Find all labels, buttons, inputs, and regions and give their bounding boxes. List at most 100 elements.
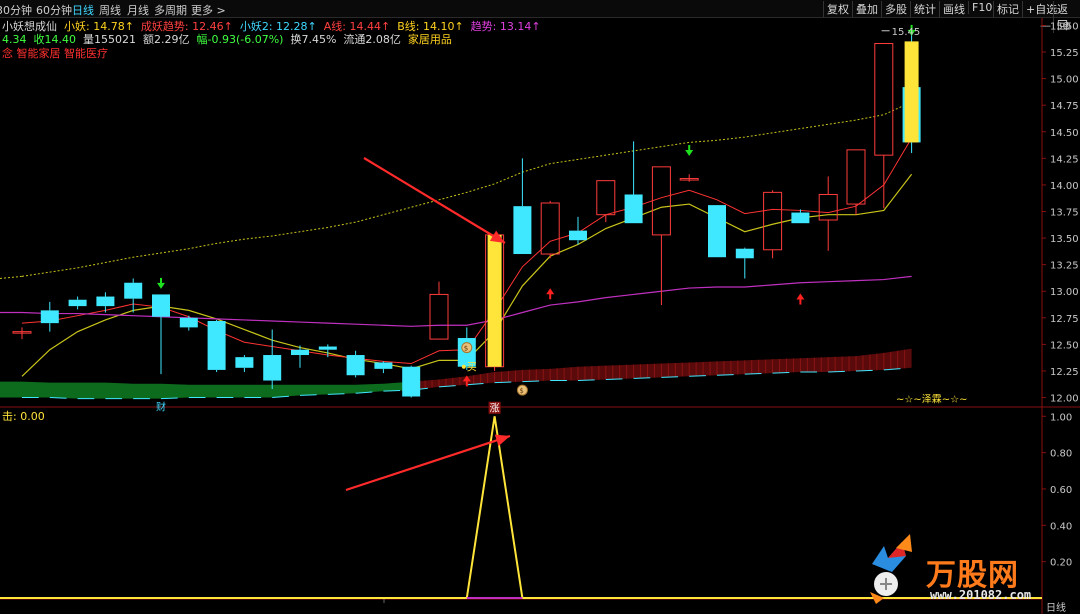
band-bottom-dash: [327, 393, 345, 395]
price-tick-label: 12.25: [1050, 367, 1079, 378]
band-bottom-dash: [855, 369, 873, 372]
top-toolbar: 30分钟 60分钟 日线 周线 月线 多周期 更多 > 复权 叠加 多股 统计 …: [0, 0, 1080, 33]
annotation-arrow-upper: [363, 157, 506, 244]
candle-body: [96, 296, 115, 307]
band-bottom-dash: [49, 397, 67, 399]
candle-body: [624, 194, 643, 224]
bottom-period-tag: 日线: [1046, 603, 1066, 614]
candle-body: [596, 180, 616, 216]
candle-body: [818, 193, 838, 221]
price-tick-label: 13.50: [1050, 234, 1079, 245]
period-30min[interactable]: 30分钟: [0, 2, 32, 18]
high-price-label: 15.45: [892, 27, 921, 38]
price-tick-label: 13.75: [1050, 208, 1079, 219]
candle-body: [402, 366, 421, 397]
indicator-tick-label: 0.80: [1050, 449, 1072, 460]
stats-button[interactable]: 统计: [910, 1, 939, 17]
price-tick-label: 14.75: [1050, 101, 1079, 112]
band-green-edge: [0, 381, 22, 398]
candle-body: [513, 206, 532, 255]
band-bottom-dash: [772, 371, 790, 374]
band-bottom-dash: [522, 380, 540, 383]
candle-body: [152, 294, 170, 317]
candle-body: [708, 205, 726, 258]
candle-body: [263, 355, 282, 381]
price-tick-label: 12.00: [1050, 394, 1079, 405]
band-green: [22, 381, 412, 399]
draw-line-button[interactable]: 画线: [939, 1, 968, 17]
watermark-logo-icon: [870, 534, 912, 604]
watermark-url: www.201082.com: [930, 588, 1032, 602]
candle-body: [235, 357, 254, 368]
price-tick-label: 14.25: [1050, 154, 1079, 165]
price-tick-label: 12.75: [1050, 314, 1079, 325]
red-up-arrow-icon-head: [796, 293, 805, 300]
candle-body: [318, 346, 337, 350]
candle-body: [651, 166, 671, 236]
zhang-marker: 涨: [490, 403, 500, 415]
band-bottom-dash: [160, 397, 178, 400]
limit-up-bar: [487, 234, 502, 367]
period-60min[interactable]: 60分钟: [36, 2, 72, 18]
indicator-tick-label: 1.00: [1050, 412, 1072, 423]
indicator-tick-label: 0.60: [1050, 485, 1072, 496]
multi-stock-button[interactable]: 多股: [881, 1, 910, 17]
period-more[interactable]: 更多 >: [191, 2, 226, 18]
band-bottom-dash: [661, 376, 679, 378]
green-down-arrow-icon-head: [157, 282, 165, 289]
candle-body: [874, 43, 894, 156]
period-day[interactable]: 日线: [72, 2, 94, 18]
period-month[interactable]: 月线: [127, 2, 149, 18]
price-tick-label: 12.50: [1050, 340, 1079, 351]
money-bag-icon-glyph: $: [464, 345, 468, 353]
candle-body: [791, 212, 810, 224]
price-tick-label: 14.00: [1050, 181, 1079, 192]
price-tick-label: 13.25: [1050, 261, 1079, 272]
period-week[interactable]: 周线: [99, 2, 121, 18]
candle-body: [735, 248, 754, 259]
band-bottom-dash: [383, 390, 401, 392]
buy-star-icon: [461, 364, 466, 369]
kline-chart[interactable]: 12.00 12.25 12.50 12.75 13.00 13.25 13.50 13.75…: [0, 18, 1080, 614]
candle-body: [374, 362, 393, 369]
band-bottom-dash: [633, 377, 651, 379]
candle-body: [179, 317, 198, 328]
band-bottom-dash: [828, 370, 845, 373]
mark-button[interactable]: 标记: [993, 1, 1022, 17]
band-bottom-dash: [299, 394, 317, 396]
price-tick-label: 15.00: [1050, 75, 1079, 86]
red-up-arrow-icon: [546, 288, 555, 300]
f10-button[interactable]: F10: [968, 1, 995, 14]
signature-label: ~☆~泽霖~☆~: [896, 394, 967, 406]
buy-marker-label: 买: [467, 362, 477, 374]
price-tick-label: 15.50: [1050, 21, 1079, 32]
red-up-arrow-icon: [796, 293, 805, 305]
candle-body: [68, 299, 87, 307]
band-bottom-dash: [494, 381, 512, 384]
green-down-arrow-icon-head: [685, 150, 694, 157]
candle-body: [124, 282, 143, 299]
money-bag-icon-glyph: $: [519, 387, 523, 395]
candle-body: [569, 230, 587, 241]
period-multi[interactable]: 多周期: [154, 2, 187, 18]
candle-body: [540, 202, 560, 255]
band-bottom-dash: [577, 379, 595, 382]
candle-body: [40, 310, 59, 324]
indicator-tick-label: 0.20: [1050, 558, 1072, 569]
candle-body: [763, 191, 783, 251]
band-bottom-dash: [744, 373, 762, 375]
red-up-arrow-icon-head: [546, 288, 555, 295]
candle-body: [291, 349, 309, 356]
annotation-arrow-lower-head: [494, 434, 510, 447]
band-bottom-dash: [716, 374, 734, 376]
green-down-arrow-icon: [157, 277, 165, 289]
indicator-tick-label: 0.40: [1050, 521, 1072, 532]
limit-up-bar: [904, 41, 919, 143]
ma-dotted-line-edge: [0, 275, 23, 279]
candle-body: [207, 321, 226, 370]
candle-body: [346, 355, 365, 376]
fuquan-button[interactable]: 复权: [823, 1, 852, 17]
green-down-arrow-icon: [685, 145, 694, 157]
price-tick-label: 15.25: [1050, 48, 1079, 59]
overlay-button[interactable]: 叠加: [852, 1, 881, 17]
